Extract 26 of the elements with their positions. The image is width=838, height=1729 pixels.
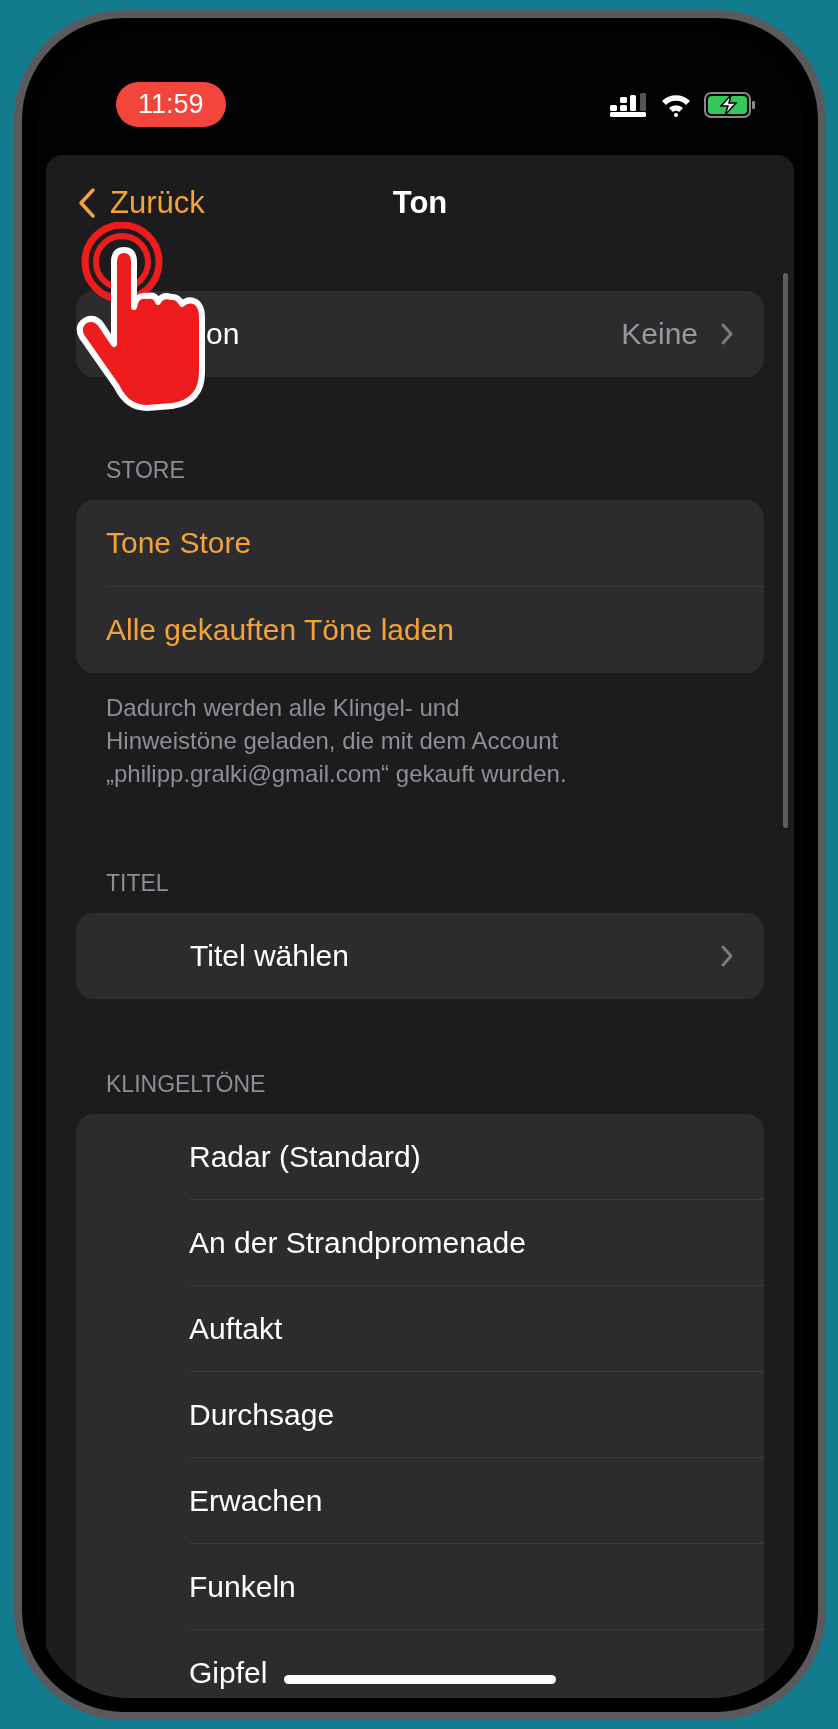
ringtone-item[interactable]: Durchsage — [189, 1371, 764, 1457]
ringtone-item[interactable]: Erwachen — [189, 1457, 764, 1543]
chevron-right-icon — [720, 944, 734, 968]
row-label: on — [205, 317, 241, 351]
section-header: STORE — [105, 457, 186, 484]
chevron-right-icon — [720, 322, 734, 346]
choose-title-row[interactable]: Titel wählen — [76, 913, 764, 999]
nav-title: Ton — [392, 185, 448, 221]
section-footer: Dadurch werden alle Klingel- und Hinweistöne geladen, die mit dem Account „philipp.gralki@gmail.com“ gekauft wurden. — [76, 673, 616, 790]
ringtone-item[interactable]: Funkeln — [189, 1543, 764, 1629]
section-header: TITEL — [105, 870, 170, 897]
status-time: 11:59 — [116, 82, 226, 127]
ringtone-item[interactable]: Auftakt — [189, 1285, 764, 1371]
row-label: Titel wählen — [189, 939, 350, 973]
ringtone-item[interactable]: Radar (Standard) — [189, 1114, 764, 1199]
cellular-signal-icon — [610, 92, 648, 117]
wifi-icon — [660, 92, 692, 117]
row-value: Keine — [621, 317, 698, 351]
store-link[interactable]: Alle gekauften Töne laden — [106, 586, 764, 673]
store-link[interactable]: Tone Store — [76, 500, 764, 586]
vibration-row[interactable]: on Keine — [76, 291, 764, 377]
chevron-left-icon — [78, 187, 96, 219]
section-header: KLINGELTÖNE — [105, 1071, 267, 1098]
back-button[interactable]: Zurück — [76, 185, 205, 221]
ringtone-item[interactable]: An der Strandpromenade — [189, 1199, 764, 1285]
battery-charging-icon — [704, 91, 756, 118]
